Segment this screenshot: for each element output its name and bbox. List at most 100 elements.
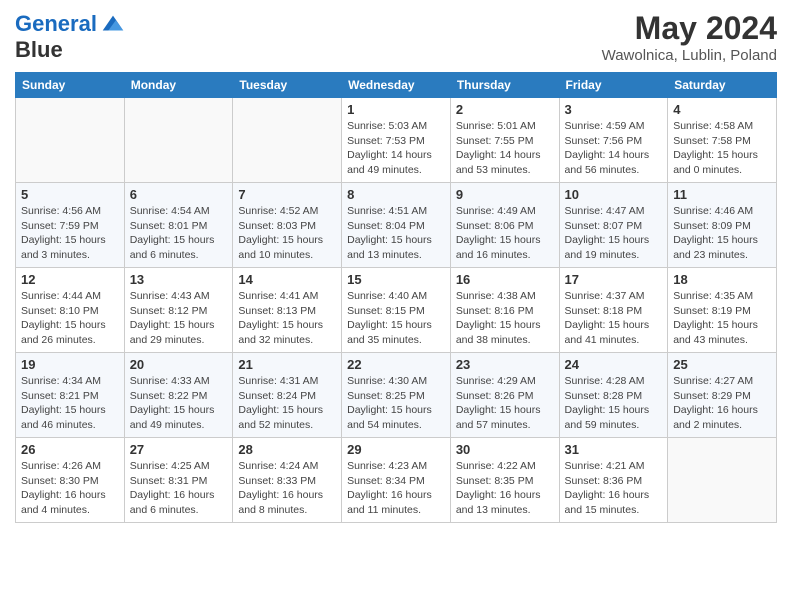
day-info-line: Daylight: 16 hours and 6 minutes.: [130, 488, 228, 517]
day-info-line: Sunset: 8:22 PM: [130, 389, 228, 404]
day-info-line: Sunrise: 4:33 AM: [130, 374, 228, 389]
weekday-header-row: SundayMondayTuesdayWednesdayThursdayFrid…: [16, 73, 777, 98]
day-info-line: Sunset: 8:09 PM: [673, 219, 771, 234]
day-number: 21: [238, 357, 336, 372]
day-number: 11: [673, 187, 771, 202]
day-number: 7: [238, 187, 336, 202]
day-info-line: Sunrise: 4:40 AM: [347, 289, 445, 304]
day-info-line: Sunset: 8:30 PM: [21, 474, 119, 489]
day-cell: 1Sunrise: 5:03 AMSunset: 7:53 PMDaylight…: [342, 98, 451, 183]
day-cell: 13Sunrise: 4:43 AMSunset: 8:12 PMDayligh…: [124, 268, 233, 353]
day-info-line: Sunrise: 4:49 AM: [456, 204, 554, 219]
day-info-line: Sunrise: 4:23 AM: [347, 459, 445, 474]
logo-text: General: [15, 12, 97, 36]
day-cell: 7Sunrise: 4:52 AMSunset: 8:03 PMDaylight…: [233, 183, 342, 268]
weekday-header-tuesday: Tuesday: [233, 73, 342, 98]
day-info-line: Sunset: 7:56 PM: [565, 134, 663, 149]
day-info-line: Daylight: 15 hours and 23 minutes.: [673, 233, 771, 262]
day-number: 16: [456, 272, 554, 287]
day-info-line: Sunset: 8:36 PM: [565, 474, 663, 489]
day-info-line: Daylight: 16 hours and 15 minutes.: [565, 488, 663, 517]
weekday-header-saturday: Saturday: [668, 73, 777, 98]
day-info-line: Sunrise: 4:44 AM: [21, 289, 119, 304]
day-info-line: Sunset: 8:33 PM: [238, 474, 336, 489]
day-info-line: Daylight: 15 hours and 0 minutes.: [673, 148, 771, 177]
day-info-line: Daylight: 15 hours and 3 minutes.: [21, 233, 119, 262]
day-info-line: Daylight: 15 hours and 41 minutes.: [565, 318, 663, 347]
logo: General Blue: [15, 10, 125, 62]
day-info-line: Sunrise: 4:25 AM: [130, 459, 228, 474]
day-info-line: Sunset: 8:15 PM: [347, 304, 445, 319]
day-number: 28: [238, 442, 336, 457]
day-info-line: Sunset: 8:12 PM: [130, 304, 228, 319]
day-cell: 3Sunrise: 4:59 AMSunset: 7:56 PMDaylight…: [559, 98, 668, 183]
day-info-line: Sunrise: 4:47 AM: [565, 204, 663, 219]
day-cell: 20Sunrise: 4:33 AMSunset: 8:22 PMDayligh…: [124, 353, 233, 438]
day-number: 30: [456, 442, 554, 457]
day-cell: 4Sunrise: 4:58 AMSunset: 7:58 PMDaylight…: [668, 98, 777, 183]
day-info-line: Sunset: 8:26 PM: [456, 389, 554, 404]
day-info-line: Sunset: 7:53 PM: [347, 134, 445, 149]
day-cell: 11Sunrise: 4:46 AMSunset: 8:09 PMDayligh…: [668, 183, 777, 268]
day-cell: [16, 98, 125, 183]
week-row-1: 1Sunrise: 5:03 AMSunset: 7:53 PMDaylight…: [16, 98, 777, 183]
day-number: 12: [21, 272, 119, 287]
day-info-line: Sunset: 8:34 PM: [347, 474, 445, 489]
day-info-line: Sunset: 8:24 PM: [238, 389, 336, 404]
day-cell: 19Sunrise: 4:34 AMSunset: 8:21 PMDayligh…: [16, 353, 125, 438]
day-cell: 26Sunrise: 4:26 AMSunset: 8:30 PMDayligh…: [16, 438, 125, 523]
month-title: May 2024: [602, 10, 777, 47]
day-info-line: Sunset: 8:16 PM: [456, 304, 554, 319]
page-header: General Blue May 2024 Wawolnica, Lublin,…: [15, 10, 777, 64]
day-cell: 17Sunrise: 4:37 AMSunset: 8:18 PMDayligh…: [559, 268, 668, 353]
day-info-line: Daylight: 15 hours and 54 minutes.: [347, 403, 445, 432]
day-number: 8: [347, 187, 445, 202]
day-info-line: Sunset: 8:19 PM: [673, 304, 771, 319]
day-cell: 31Sunrise: 4:21 AMSunset: 8:36 PMDayligh…: [559, 438, 668, 523]
day-info-line: Daylight: 15 hours and 38 minutes.: [456, 318, 554, 347]
day-info-line: Daylight: 16 hours and 8 minutes.: [238, 488, 336, 517]
day-number: 27: [130, 442, 228, 457]
day-info-line: Sunset: 7:58 PM: [673, 134, 771, 149]
day-info-line: Sunrise: 4:41 AM: [238, 289, 336, 304]
day-number: 29: [347, 442, 445, 457]
title-block: May 2024 Wawolnica, Lublin, Poland: [602, 10, 777, 64]
day-info-line: Sunset: 8:07 PM: [565, 219, 663, 234]
day-number: 20: [130, 357, 228, 372]
day-cell: 24Sunrise: 4:28 AMSunset: 8:28 PMDayligh…: [559, 353, 668, 438]
day-cell: 16 Sunrise: 4:38 AMSunset: 8:16 PMDayligh…: [450, 268, 559, 353]
day-number: 26: [21, 442, 119, 457]
day-number: 17: [565, 272, 663, 287]
day-cell: 9Sunrise: 4:49 AMSunset: 8:06 PMDaylight…: [450, 183, 559, 268]
day-cell: 28 Sunrise: 4:24 AMSunset: 8:33 PMDayligh…: [233, 438, 342, 523]
day-info-line: Daylight: 15 hours and 57 minutes.: [456, 403, 554, 432]
day-cell: 15Sunrise: 4:40 AMSunset: 8:15 PMDayligh…: [342, 268, 451, 353]
day-info-line: Sunset: 8:10 PM: [21, 304, 119, 319]
day-number: 19: [21, 357, 119, 372]
day-number: 10: [565, 187, 663, 202]
day-info-line: Sunrise: 4:38 AM: [456, 289, 554, 304]
day-info-line: Sunrise: 4:22 AM: [456, 459, 554, 474]
day-info-line: Sunrise: 4:30 AM: [347, 374, 445, 389]
day-info-line: Sunrise: 4:35 AM: [673, 289, 771, 304]
day-info-line: Sunrise: 4:24 AM: [238, 459, 336, 474]
day-info-line: Sunset: 8:01 PM: [130, 219, 228, 234]
day-info-line: Sunset: 8:29 PM: [673, 389, 771, 404]
day-info-line: Daylight: 15 hours and 10 minutes.: [238, 233, 336, 262]
day-cell: 8Sunrise: 4:51 AMSunset: 8:04 PMDaylight…: [342, 183, 451, 268]
day-info-line: Sunrise: 4:29 AM: [456, 374, 554, 389]
day-cell: 25Sunrise: 4:27 AMSunset: 8:29 PMDayligh…: [668, 353, 777, 438]
day-info-line: Daylight: 15 hours and 6 minutes.: [130, 233, 228, 262]
day-info-line: Sunrise: 4:28 AM: [565, 374, 663, 389]
day-cell: 10Sunrise: 4:47 AMSunset: 8:07 PMDayligh…: [559, 183, 668, 268]
week-row-5: 26Sunrise: 4:26 AMSunset: 8:30 PMDayligh…: [16, 438, 777, 523]
day-info-line: Daylight: 15 hours and 43 minutes.: [673, 318, 771, 347]
day-info-line: Daylight: 15 hours and 59 minutes.: [565, 403, 663, 432]
day-info-line: Sunset: 8:04 PM: [347, 219, 445, 234]
day-cell: 6Sunrise: 4:54 AMSunset: 8:01 PMDaylight…: [124, 183, 233, 268]
day-number: 1: [347, 102, 445, 117]
location-title: Wawolnica, Lublin, Poland: [602, 47, 777, 64]
day-info-line: Daylight: 16 hours and 4 minutes.: [21, 488, 119, 517]
day-cell: 27Sunrise: 4:25 AMSunset: 8:31 PMDayligh…: [124, 438, 233, 523]
day-info-line: Daylight: 16 hours and 13 minutes.: [456, 488, 554, 517]
